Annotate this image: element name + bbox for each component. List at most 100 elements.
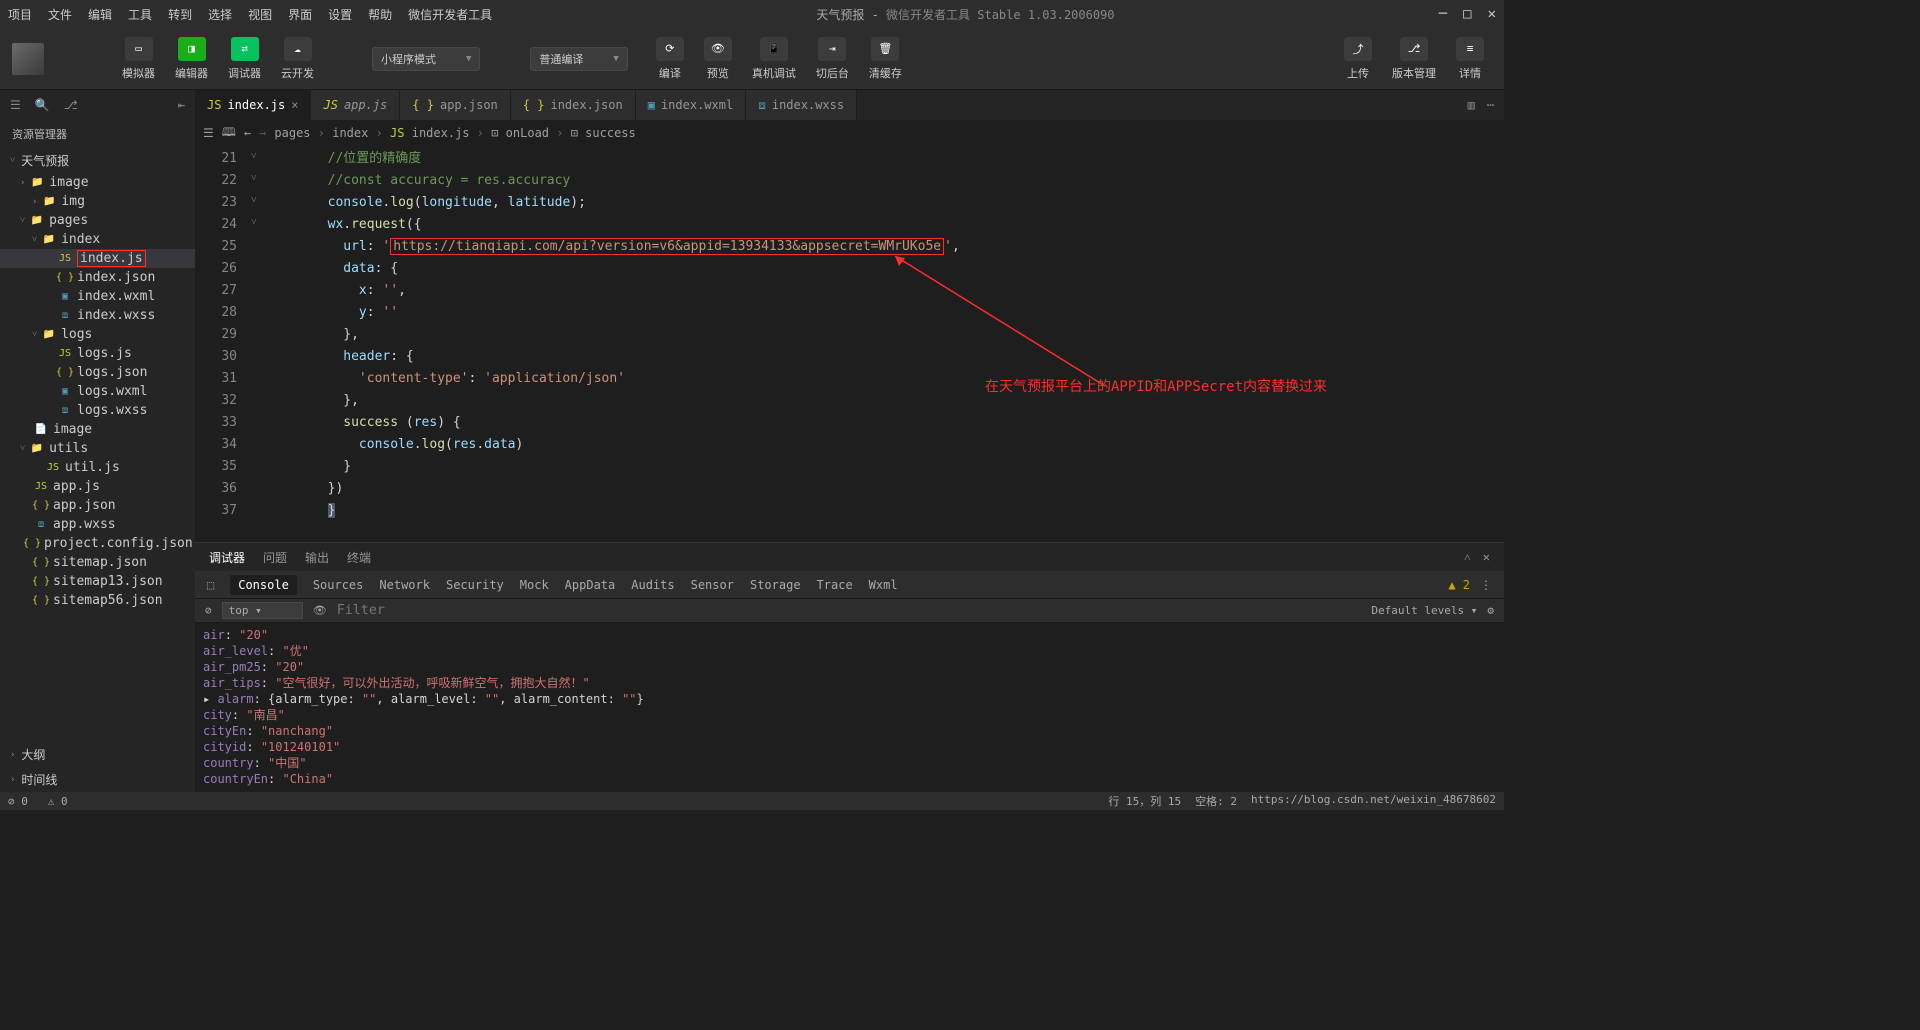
bookmark-icon[interactable]: 🕮 bbox=[222, 123, 236, 144]
toolbtn-模拟器[interactable]: ▭模拟器 bbox=[114, 33, 163, 85]
ptab-调试器[interactable]: 调试器 bbox=[209, 549, 245, 566]
minimize-icon[interactable]: ─ bbox=[1439, 6, 1447, 22]
toolbtn-清缓存[interactable]: 🗑清缓存 bbox=[861, 33, 910, 85]
tree-img[interactable]: ›📁img bbox=[0, 192, 195, 211]
menu-视图[interactable]: 视图 bbox=[248, 6, 272, 23]
menu-编辑[interactable]: 编辑 bbox=[88, 6, 112, 23]
tree-logs[interactable]: ˅📁logs bbox=[0, 325, 195, 344]
warn-badge[interactable]: ▲ 2 bbox=[1448, 578, 1470, 592]
dtab-Storage[interactable]: Storage bbox=[750, 578, 801, 592]
clear-icon[interactable]: ⊘ bbox=[205, 604, 212, 617]
search-icon[interactable]: 🔍 bbox=[35, 98, 50, 112]
tree-image[interactable]: ›📁image bbox=[0, 173, 195, 192]
dtab-Sensor[interactable]: Sensor bbox=[691, 578, 734, 592]
tab-index.json[interactable]: { }index.json bbox=[511, 90, 636, 120]
tree-logs.js[interactable]: JSlogs.js bbox=[0, 344, 195, 363]
eye-icon[interactable]: 👁 bbox=[313, 604, 327, 617]
toolbtn-云开发[interactable]: ☁云开发 bbox=[273, 33, 322, 85]
tree-index.wxml[interactable]: ▣index.wxml bbox=[0, 287, 195, 306]
collapse-icon[interactable]: ⇤ bbox=[178, 98, 185, 112]
timeline-section[interactable]: ›时间线 bbox=[0, 767, 195, 792]
filter-input[interactable] bbox=[337, 603, 1362, 618]
toolbtn-调试器[interactable]: ⇄调试器 bbox=[220, 33, 269, 85]
forward-icon[interactable]: → bbox=[259, 126, 266, 140]
tree-logs.json[interactable]: { }logs.json bbox=[0, 363, 195, 382]
tab-index.wxss[interactable]: ⧈index.wxss bbox=[746, 90, 857, 120]
tab-app.js[interactable]: JSapp.js bbox=[311, 90, 400, 120]
close-icon[interactable]: ✕ bbox=[1488, 6, 1496, 22]
explorer-icon[interactable]: ☰ bbox=[10, 98, 21, 112]
tree-sitemap.json[interactable]: { }sitemap.json bbox=[0, 553, 195, 572]
back-icon[interactable]: ← bbox=[244, 126, 251, 140]
git-icon[interactable]: ⎇ bbox=[64, 98, 78, 112]
menu-帮助[interactable]: 帮助 bbox=[368, 6, 392, 23]
dtab-Audits[interactable]: Audits bbox=[631, 578, 674, 592]
menu-项目[interactable]: 项目 bbox=[8, 6, 32, 23]
tree-index.json[interactable]: { }index.json bbox=[0, 268, 195, 287]
tree-app.wxss[interactable]: ⧈app.wxss bbox=[0, 515, 195, 534]
more-icon[interactable]: ⋯ bbox=[1487, 98, 1494, 112]
outline-section[interactable]: ›大纲 bbox=[0, 742, 195, 767]
toolbtn-上传[interactable]: ⤴上传 bbox=[1336, 33, 1380, 85]
tree-sitemap56.json[interactable]: { }sitemap56.json bbox=[0, 591, 195, 610]
dtab-Console[interactable]: Console bbox=[230, 575, 297, 595]
tree-index.wxss[interactable]: ⧈index.wxss bbox=[0, 306, 195, 325]
compile-select[interactable]: 普通编译▼ bbox=[530, 47, 627, 71]
toolbtn-真机调试[interactable]: 📱真机调试 bbox=[744, 33, 804, 85]
list-icon[interactable]: ☰ bbox=[203, 126, 214, 140]
avatar[interactable] bbox=[12, 43, 44, 75]
tree-pages[interactable]: ˅📁pages bbox=[0, 211, 195, 230]
split-icon[interactable]: ▥ bbox=[1468, 98, 1475, 112]
dtab-Wxml[interactable]: Wxml bbox=[869, 578, 898, 592]
menu-设置[interactable]: 设置 bbox=[328, 6, 352, 23]
dtab-Trace[interactable]: Trace bbox=[817, 578, 853, 592]
tree-index[interactable]: ˅📁index bbox=[0, 230, 195, 249]
crumb-onLoad[interactable]: ⊡ onLoad bbox=[491, 126, 549, 140]
ptab-问题[interactable]: 问题 bbox=[263, 549, 287, 566]
toolbtn-编辑器[interactable]: ◨编辑器 bbox=[167, 33, 216, 85]
inspect-icon[interactable]: ⬚ bbox=[207, 578, 214, 592]
project-root[interactable]: ˅天气预报 bbox=[0, 148, 195, 173]
tree-logs.wxml[interactable]: ▣logs.wxml bbox=[0, 382, 195, 401]
tree-util.js[interactable]: JSutil.js bbox=[0, 458, 195, 477]
context-select[interactable]: top ▾ bbox=[222, 602, 303, 619]
toolbtn-详情[interactable]: ≡详情 bbox=[1448, 33, 1492, 85]
tree-app.js[interactable]: JSapp.js bbox=[0, 477, 195, 496]
tab-index.js[interactable]: JSindex.js× bbox=[195, 90, 311, 120]
menu-微信开发者工具[interactable]: 微信开发者工具 bbox=[408, 6, 492, 23]
menu-界面[interactable]: 界面 bbox=[288, 6, 312, 23]
tree-logs.wxss[interactable]: ⧈logs.wxss bbox=[0, 401, 195, 420]
tree-app.json[interactable]: { }app.json bbox=[0, 496, 195, 515]
maximize-icon[interactable]: □ bbox=[1463, 6, 1471, 22]
toolbtn-预览[interactable]: 👁预览 bbox=[696, 33, 740, 85]
tree-image[interactable]: 📄image bbox=[0, 420, 195, 439]
console-output[interactable]: air: "20" air_level: "优" air_pm25: "20" … bbox=[195, 623, 1504, 792]
settings-icon[interactable]: ⚙ bbox=[1487, 604, 1494, 617]
panel-up-icon[interactable]: ˄ bbox=[1464, 550, 1471, 565]
dtab-Mock[interactable]: Mock bbox=[520, 578, 549, 592]
toolbtn-版本管理[interactable]: ⎇版本管理 bbox=[1384, 33, 1444, 85]
ptab-输出[interactable]: 输出 bbox=[305, 549, 329, 566]
dtab-Security[interactable]: Security bbox=[446, 578, 504, 592]
crumb-index.js[interactable]: JS index.js bbox=[390, 126, 469, 140]
code-editor[interactable]: 2122232425262728293031323334353637 ˅˅˅˅ … bbox=[195, 146, 1504, 542]
crumb-index[interactable]: index bbox=[332, 126, 368, 140]
crumb-pages[interactable]: pages bbox=[274, 126, 310, 140]
dtab-Network[interactable]: Network bbox=[379, 578, 430, 592]
crumb-success[interactable]: ⊡ success bbox=[571, 126, 636, 140]
dev-more-icon[interactable]: ⋮ bbox=[1480, 578, 1492, 592]
tab-app.json[interactable]: { }app.json bbox=[400, 90, 510, 120]
toolbtn-切后台[interactable]: ⇥切后台 bbox=[808, 33, 857, 85]
levels-select[interactable]: Default levels ▾ bbox=[1371, 604, 1477, 617]
panel-close-icon[interactable]: ✕ bbox=[1483, 550, 1490, 565]
ptab-终端[interactable]: 终端 bbox=[347, 549, 371, 566]
tree-sitemap13.json[interactable]: { }sitemap13.json bbox=[0, 572, 195, 591]
menu-选择[interactable]: 选择 bbox=[208, 6, 232, 23]
dtab-Sources[interactable]: Sources bbox=[313, 578, 364, 592]
menu-文件[interactable]: 文件 bbox=[48, 6, 72, 23]
toolbtn-编译[interactable]: ⟳编译 bbox=[648, 33, 692, 85]
menu-工具[interactable]: 工具 bbox=[128, 6, 152, 23]
tree-utils[interactable]: ˅📁utils bbox=[0, 439, 195, 458]
dtab-AppData[interactable]: AppData bbox=[565, 578, 616, 592]
tab-index.wxml[interactable]: ▣index.wxml bbox=[636, 90, 746, 120]
